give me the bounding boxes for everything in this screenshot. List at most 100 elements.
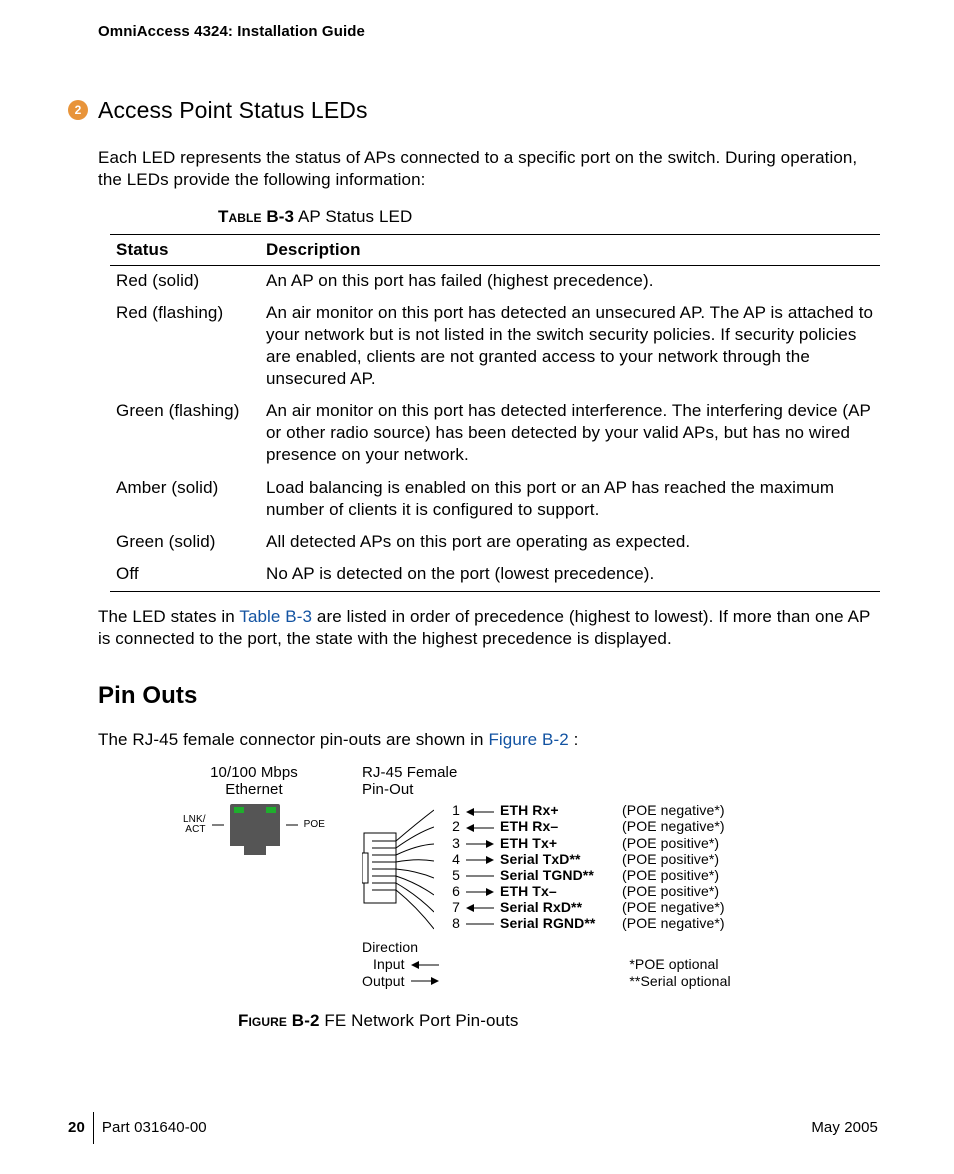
pin-direction-icon — [466, 899, 500, 915]
legend-input: Input — [373, 956, 405, 973]
page-number: 20 — [68, 1118, 85, 1138]
legend-note-2: **Serial optional — [629, 973, 730, 990]
pin-number: 6 — [444, 883, 466, 899]
table-row: Amber (solid)Load balancing is enabled o… — [110, 473, 880, 527]
legend-output: Output — [362, 973, 405, 990]
cell-description: An AP on this port has failed (highest p… — [260, 265, 880, 298]
cell-status: Amber (solid) — [110, 473, 260, 527]
table-row: OffNo AP is detected on the port (lowest… — [110, 559, 880, 592]
rj45-connector-icon — [362, 803, 434, 933]
pin-direction-icon — [466, 818, 500, 834]
table-row: Red (flashing)An air monitor on this por… — [110, 298, 880, 396]
pin-signal: ETH Tx– — [500, 883, 622, 899]
pin-poe: (POE negative*) — [622, 818, 731, 834]
table-row: Red (solid)An AP on this port has failed… — [110, 265, 880, 298]
figure-area: 10/100 Mbps Ethernet LNK/ ACT POE RJ-45 … — [174, 765, 886, 989]
table-xref-link[interactable]: Table B-3 — [239, 607, 312, 626]
pin-row: 5Serial TGND**(POE positive*) — [444, 867, 731, 883]
ap-status-table: Status Description Red (solid)An AP on t… — [110, 234, 880, 592]
pin-row: 8 Serial RGND**(POE negative*) — [444, 915, 731, 931]
pin-table: 1ETH Rx+(POE negative*)2ETH Rx–(POE nega… — [444, 802, 731, 931]
page-footer: 20 Part 031640-00 May 2005 — [68, 1112, 886, 1144]
pin-number: 4 — [444, 851, 466, 867]
pin-signal: Serial TGND** — [500, 867, 622, 883]
cell-description: All detected APs on this port are operat… — [260, 527, 880, 559]
th-description: Description — [260, 234, 880, 265]
arrow-right-icon — [411, 976, 439, 986]
pin-poe: (POE positive*) — [622, 835, 731, 851]
cell-status: Red (solid) — [110, 265, 260, 298]
pin-signal: ETH Rx+ — [500, 802, 622, 818]
cell-status: Red (flashing) — [110, 298, 260, 396]
pin-row: 3 ETH Tx+(POE positive*) — [444, 835, 731, 851]
cell-description: Load balancing is enabled on this port o… — [260, 473, 880, 527]
pin-direction-icon — [466, 851, 500, 867]
pin-poe: (POE positive*) — [622, 883, 731, 899]
pin-row: 1 ETH Rx+(POE negative*) — [444, 802, 731, 818]
pin-signal: Serial RxD** — [500, 899, 622, 915]
pin-number: 8 — [444, 915, 466, 931]
pin-number: 3 — [444, 835, 466, 851]
figure-caption: Figure B-2 FE Network Port Pin-outs — [238, 1010, 886, 1032]
divider-icon — [93, 1112, 94, 1144]
pin-number: 7 — [444, 899, 466, 915]
line-icon — [286, 821, 298, 829]
pin-poe: (POE negative*) — [622, 802, 731, 818]
table-row: Green (flashing)An air monitor on this p… — [110, 396, 880, 472]
legend-direction: Direction — [362, 939, 439, 956]
doc-header: OmniAccess 4324: Installation Guide — [98, 22, 886, 42]
part-number: Part 031640-00 — [102, 1118, 207, 1138]
table-row: Green (solid)All detected APs on this po… — [110, 527, 880, 559]
pin-poe: (POE positive*) — [622, 851, 731, 867]
cell-status: Green (flashing) — [110, 396, 260, 472]
cell-status: Off — [110, 559, 260, 592]
figure-caption-rest: FE Network Port Pin-outs — [320, 1011, 519, 1030]
pinouts-intro: The RJ-45 female connector pin-outs are … — [98, 729, 878, 751]
pin-number: 1 — [444, 802, 466, 818]
pin-poe: (POE negative*) — [622, 899, 731, 915]
legend-note-1: *POE optional — [629, 956, 730, 973]
cell-status: Green (solid) — [110, 527, 260, 559]
pin-row: 4 Serial TxD**(POE positive*) — [444, 851, 731, 867]
led-poe-icon — [266, 807, 276, 813]
pin-direction-icon — [466, 883, 500, 899]
pinout-block: RJ-45 Female Pin-Out — [362, 765, 731, 989]
pin-row: 7 Serial RxD**(POE negative*) — [444, 899, 731, 915]
footer-date: May 2005 — [811, 1118, 878, 1138]
figure-caption-bold: Figure B-2 — [238, 1011, 320, 1030]
pinouts-intro-post: : — [569, 730, 579, 749]
table-caption-bold: Table B-3 — [218, 207, 294, 226]
pin-signal: ETH Tx+ — [500, 835, 622, 851]
after-table-pre: The LED states in — [98, 607, 239, 626]
pin-signal: Serial TxD** — [500, 851, 622, 867]
pin-direction-icon — [466, 835, 500, 851]
eth-title-2: Ethernet — [225, 781, 283, 798]
leds-intro: Each LED represents the status of APs co… — [98, 147, 878, 191]
lnk-act-label: LNK/ ACT — [183, 815, 206, 835]
pin-poe: (POE negative*) — [622, 915, 731, 931]
arrow-left-icon — [411, 960, 439, 970]
pin-row: 6 ETH Tx–(POE positive*) — [444, 883, 731, 899]
eth-title-1: 10/100 Mbps — [210, 764, 298, 781]
pin-row: 2 ETH Rx–(POE negative*) — [444, 818, 731, 834]
section-title-pinouts: Pin Outs — [98, 680, 886, 711]
poe-label: POE — [304, 820, 325, 830]
chapter-badge: 2 — [68, 100, 88, 120]
pin-number: 5 — [444, 867, 466, 883]
pin-signal: Serial RGND** — [500, 915, 622, 931]
after-table-text: The LED states in Table B-3 are listed i… — [98, 606, 878, 650]
pinout-title-1: RJ-45 Female — [362, 764, 457, 781]
pinouts-intro-pre: The RJ-45 female connector pin-outs are … — [98, 730, 488, 749]
pinout-title-2: Pin-Out — [362, 781, 414, 798]
figure-xref-link[interactable]: Figure B-2 — [488, 730, 568, 749]
ethernet-port-icon — [230, 804, 280, 846]
cell-description: An air monitor on this port has detected… — [260, 396, 880, 472]
cell-description: No AP is detected on the port (lowest pr… — [260, 559, 880, 592]
section-title-leds: Access Point Status LEDs — [98, 96, 368, 126]
th-status: Status — [110, 234, 260, 265]
cell-description: An air monitor on this port has detected… — [260, 298, 880, 396]
pin-signal: ETH Rx– — [500, 818, 622, 834]
pin-number: 2 — [444, 818, 466, 834]
led-lnk-icon — [234, 807, 244, 813]
line-icon — [212, 821, 224, 829]
